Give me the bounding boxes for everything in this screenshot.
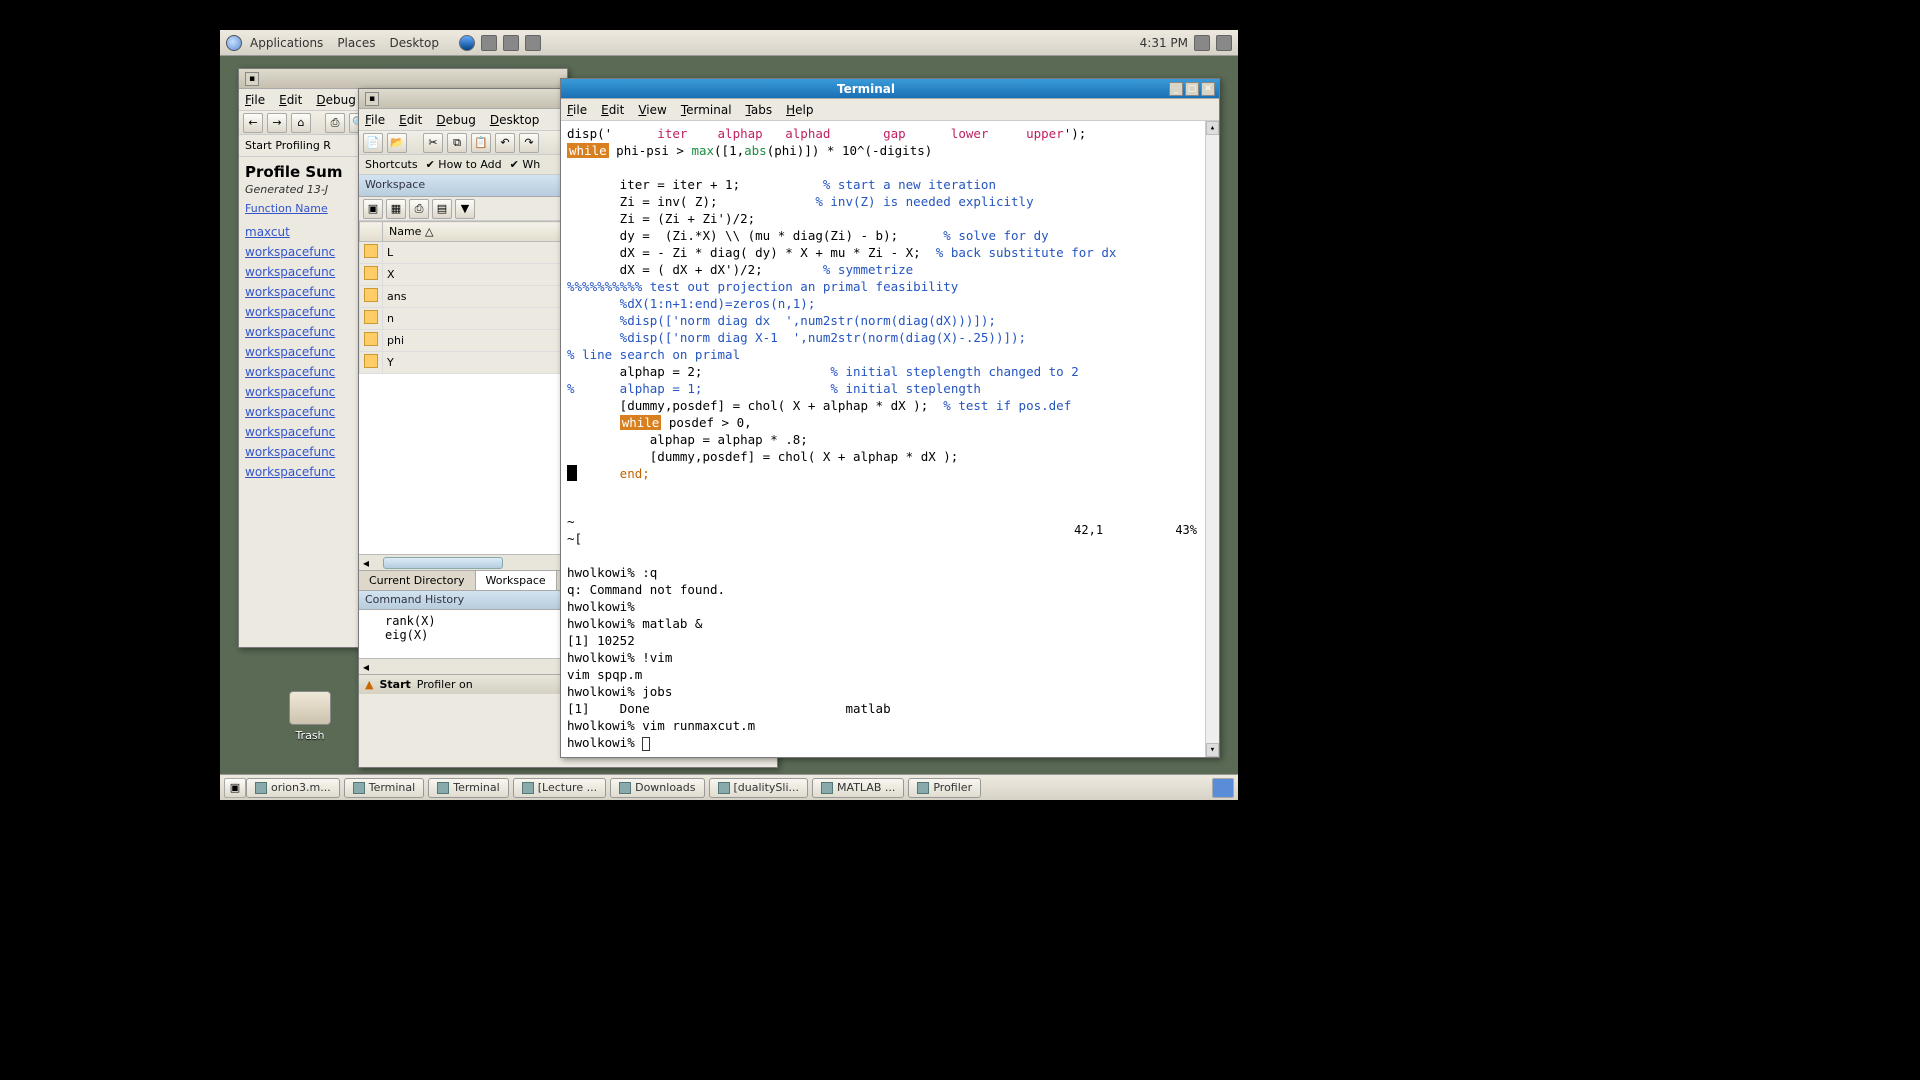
taskbar-item[interactable]: [dualitySli... [709, 778, 809, 798]
trash-folder-icon [289, 691, 331, 725]
vim-code-view: disp(' iter alphap alphad gap lower uppe… [567, 125, 1213, 482]
var-icon [364, 354, 378, 368]
shortcut-wh[interactable]: ✔ Wh [510, 158, 541, 171]
taskbar-item[interactable]: Downloads [610, 778, 704, 798]
ws-btn-4[interactable]: ▤ [432, 199, 452, 219]
close-button[interactable]: ✕ [1201, 82, 1215, 96]
menu-edit[interactable]: Edit [279, 93, 302, 107]
ws-btn-5[interactable]: ▼ [455, 199, 475, 219]
taskbar-item[interactable]: Terminal [428, 778, 509, 798]
scroll-down-icon[interactable]: ▾ [1206, 743, 1219, 757]
print-button[interactable]: ⎙ [325, 113, 345, 133]
profiler-sysmenu-icon[interactable]: ▪ [245, 72, 259, 86]
var-icon [364, 288, 378, 302]
clock[interactable]: 4:31 PM [1140, 36, 1188, 50]
home-button[interactable]: ⌂ [291, 113, 311, 133]
maximize-button[interactable]: ▢ [1185, 82, 1199, 96]
menu-edit[interactable]: Edit [399, 113, 422, 127]
app-icon [917, 782, 929, 794]
open-button[interactable]: 📂 [387, 133, 407, 153]
app-icon [522, 782, 534, 794]
taskbar-item[interactable]: MATLAB ... [812, 778, 904, 798]
shutdown-icon[interactable] [1216, 35, 1232, 51]
menu-file[interactable]: File [245, 93, 265, 107]
status-message: Profiler on [417, 678, 473, 691]
terminal-titlebar[interactable]: Terminal _ ▢ ✕ [561, 79, 1219, 99]
tab-workspace[interactable]: Workspace [476, 571, 557, 590]
scroll-up-icon[interactable]: ▴ [1206, 121, 1219, 135]
tray-icon-2[interactable] [481, 35, 497, 51]
firefox-icon[interactable] [459, 35, 475, 51]
app-icon [718, 782, 730, 794]
matlab-sysmenu-icon[interactable]: ▪ [365, 92, 379, 106]
cut-button[interactable]: ✂ [423, 133, 443, 153]
start-button[interactable]: ▲ [365, 678, 373, 691]
back-button[interactable]: ← [243, 113, 263, 133]
menu-debug[interactable]: Debug [316, 93, 355, 107]
taskbar-item[interactable]: orion3.m... [246, 778, 340, 798]
show-desktop-button[interactable]: ▣ [224, 778, 246, 798]
terminal-title: Terminal [565, 82, 1167, 96]
menu-debug[interactable]: Debug [436, 113, 475, 127]
new-button[interactable]: 📄 [363, 133, 383, 153]
hscroll-thumb[interactable] [383, 557, 503, 569]
taskbar-item[interactable]: Terminal [344, 778, 425, 798]
undo-button[interactable]: ↶ [495, 133, 515, 153]
taskbar-item[interactable]: [Lecture ... [513, 778, 606, 798]
menu-file[interactable]: File [365, 113, 385, 127]
terminal-body[interactable]: disp(' iter alphap alphad gap lower uppe… [561, 121, 1219, 757]
var-icon [364, 244, 378, 258]
menu-file[interactable]: File [567, 103, 587, 117]
menu-terminal[interactable]: Terminal [681, 103, 732, 117]
app-icon [353, 782, 365, 794]
terminal-menubar: File Edit View Terminal Tabs Help [561, 99, 1219, 121]
menu-desktop[interactable]: Desktop [490, 113, 540, 127]
gnome-foot-icon [226, 35, 242, 51]
app-icon [619, 782, 631, 794]
var-icon [364, 266, 378, 280]
app-icon [821, 782, 833, 794]
menu-edit[interactable]: Edit [601, 103, 624, 117]
profiler-titlebar[interactable]: ▪ [239, 69, 567, 89]
gnome-bottom-panel: ▣ orion3.m... Terminal Terminal [Lecture… [220, 774, 1238, 800]
volume-icon[interactable] [1194, 35, 1210, 51]
app-icon [255, 782, 267, 794]
redo-button[interactable]: ↷ [519, 133, 539, 153]
tab-current-directory[interactable]: Current Directory [359, 571, 476, 590]
paste-button[interactable]: 📋 [471, 133, 491, 153]
vim-cursor [567, 465, 577, 481]
shell-output: ~ ~[ hwolkowi% :q q: Command not found. … [567, 513, 1199, 751]
terminal-window: Terminal _ ▢ ✕ File Edit View Terminal T… [560, 78, 1220, 758]
places-menu[interactable]: Places [337, 36, 375, 50]
trash-label: Trash [280, 729, 340, 742]
col-name[interactable]: Name △ [383, 222, 571, 242]
workspace-switcher[interactable] [1212, 778, 1234, 798]
tray-icon-3[interactable] [503, 35, 519, 51]
menu-view[interactable]: View [638, 103, 666, 117]
shortcuts-label: Shortcuts [365, 158, 418, 171]
ws-btn-1[interactable]: ▣ [363, 199, 383, 219]
how-to-add-shortcut[interactable]: ✔ How to Add [426, 158, 502, 171]
tray-icon-4[interactable] [525, 35, 541, 51]
ws-btn-2[interactable]: ▦ [386, 199, 406, 219]
terminal-vscrollbar[interactable]: ▴ ▾ [1205, 121, 1219, 757]
desktop-menu[interactable]: Desktop [389, 36, 439, 50]
app-icon [437, 782, 449, 794]
forward-button[interactable]: → [267, 113, 287, 133]
trash-desktop-icon[interactable]: Trash [280, 691, 340, 742]
ws-btn-3[interactable]: ⎙ [409, 199, 429, 219]
start-label[interactable]: Start [379, 678, 410, 691]
menu-tabs[interactable]: Tabs [746, 103, 773, 117]
taskbar-item[interactable]: Profiler [908, 778, 981, 798]
var-icon [364, 332, 378, 346]
copy-button[interactable]: ⧉ [447, 133, 467, 153]
menu-help[interactable]: Help [786, 103, 813, 117]
shell-cursor [642, 737, 650, 751]
minimize-button[interactable]: _ [1169, 82, 1183, 96]
applications-menu[interactable]: Applications [250, 36, 323, 50]
var-icon [364, 310, 378, 324]
gnome-top-panel: Applications Places Desktop 4:31 PM [220, 30, 1238, 56]
